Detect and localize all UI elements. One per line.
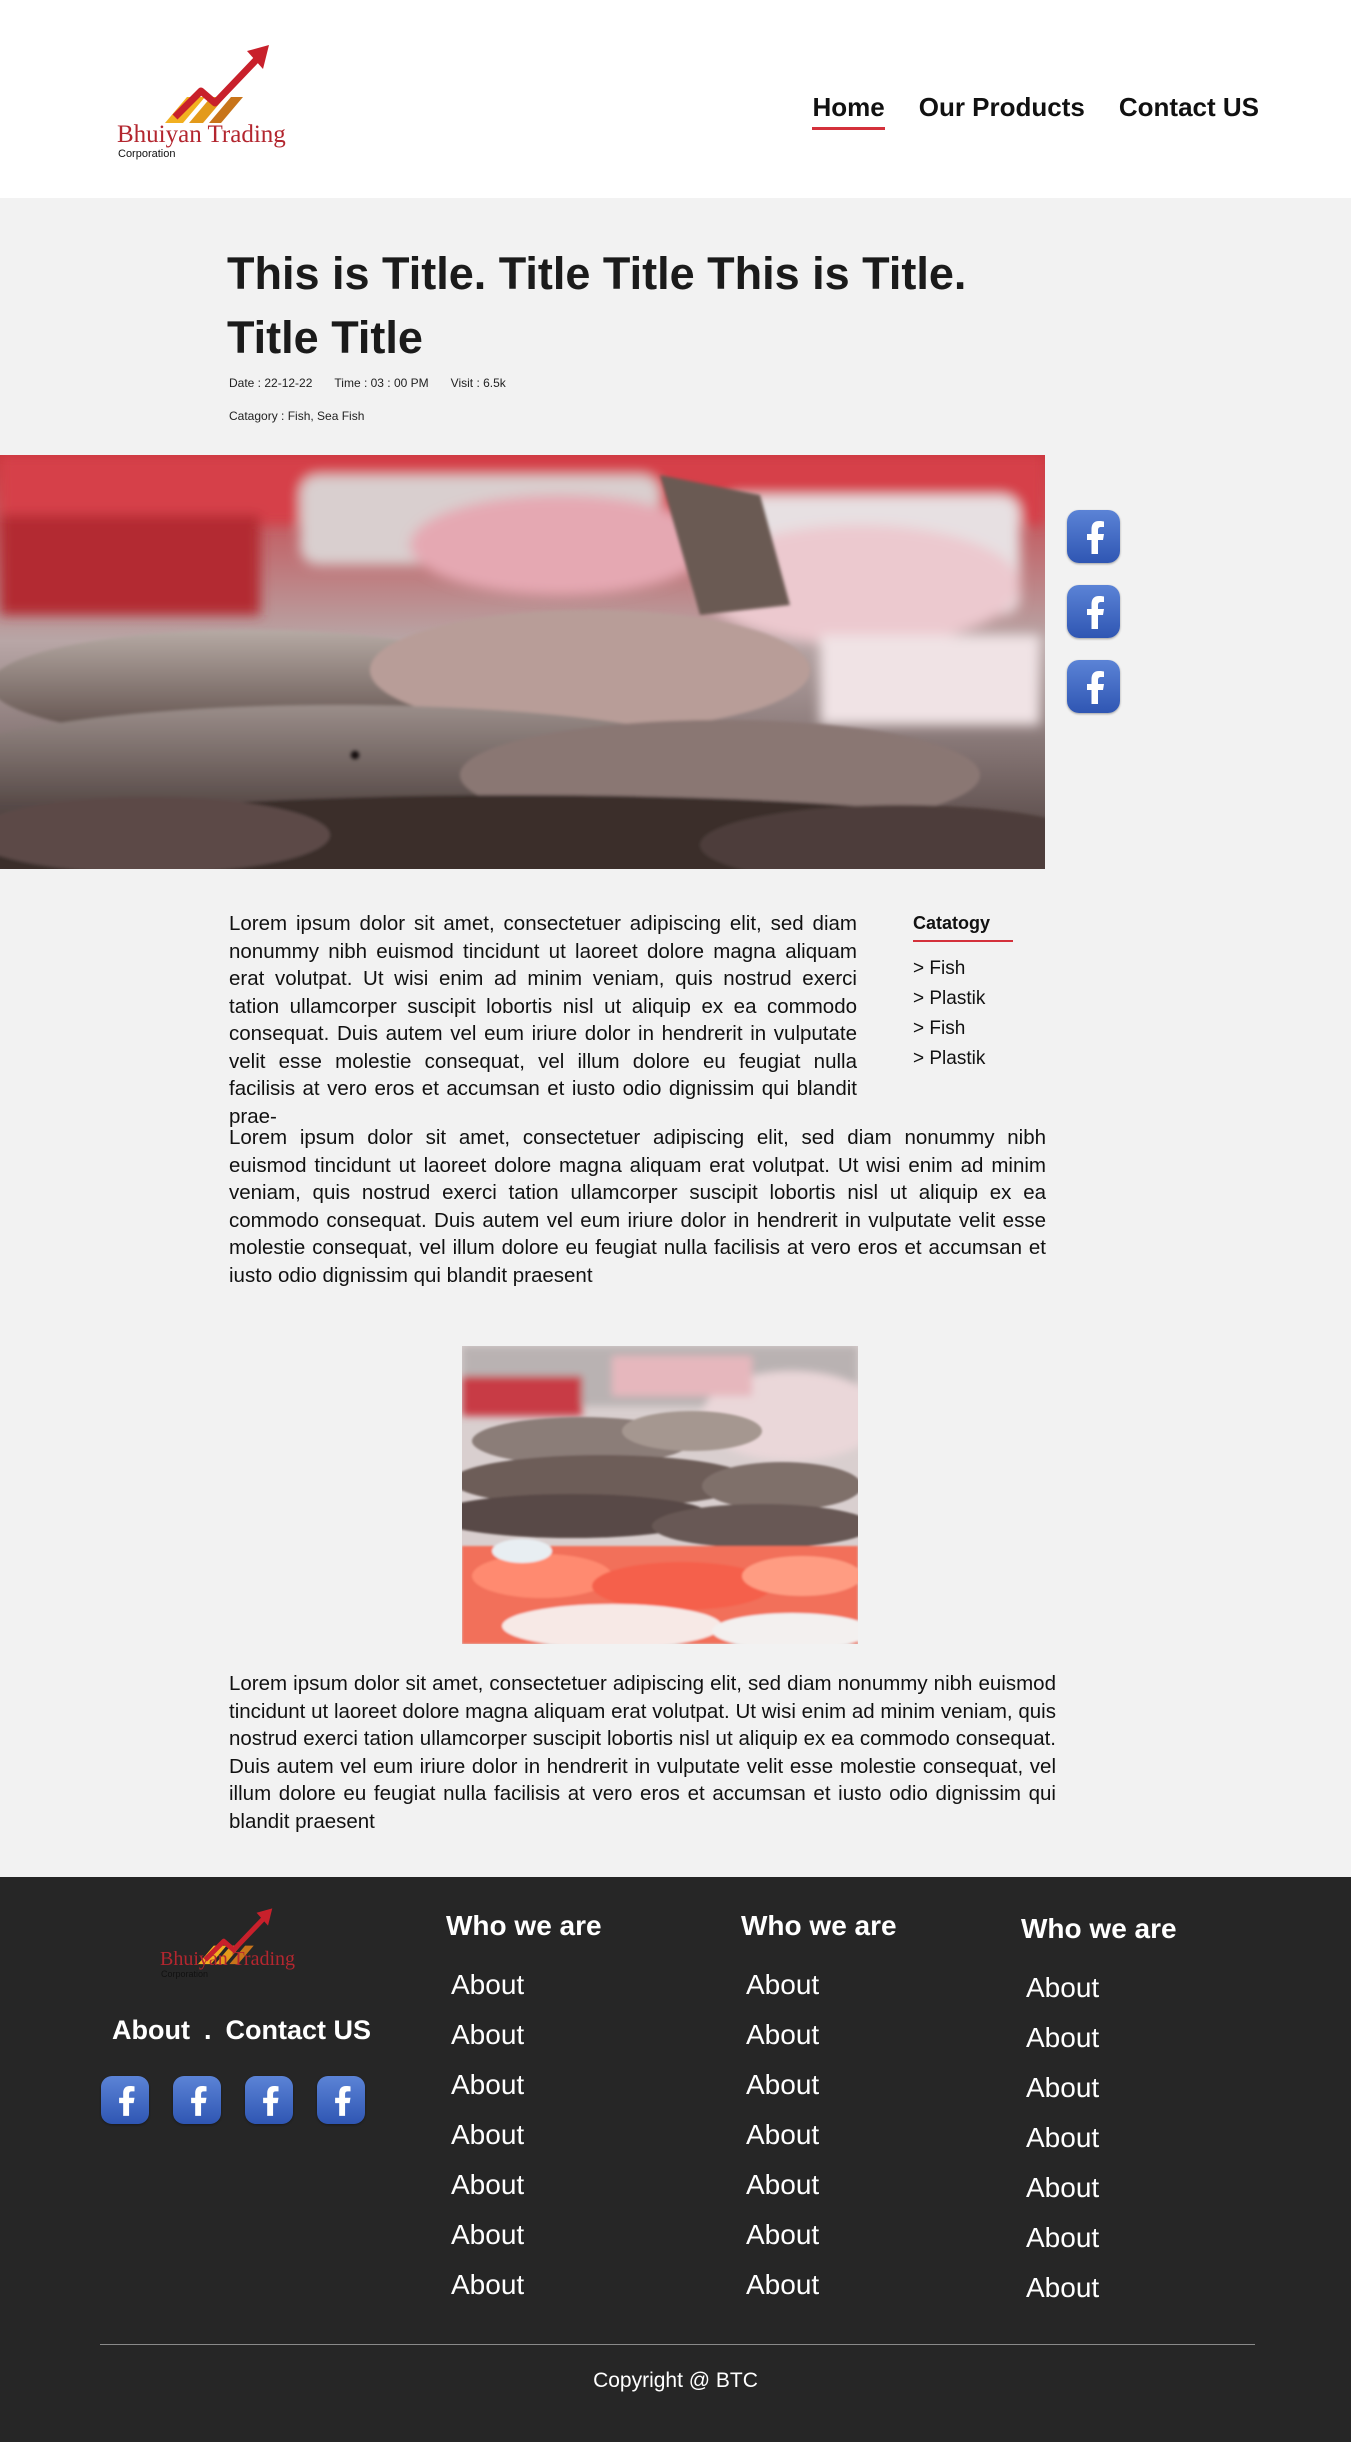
article-paragraph: Lorem ipsum dolor sit amet, consectetuer… [229, 1126, 1046, 1287]
facebook-icon[interactable] [317, 2076, 365, 2124]
footer-logo-subtitle: Corporation [161, 1969, 209, 1979]
footer-about-link[interactable]: About [1021, 2013, 1177, 2063]
footer-about-link[interactable]: About [446, 2110, 602, 2160]
footer-about-link[interactable]: About [1021, 2263, 1177, 2313]
logo-name: Bhuiyan Trading [117, 121, 286, 148]
footer-about-link[interactable]: About [446, 2210, 602, 2260]
footer-about-link[interactable]: About [446, 2010, 602, 2060]
footer-logo[interactable]: Bhuiyan Trading Corporation [158, 1907, 308, 1979]
sidebar-title: Catatogy [913, 913, 1013, 942]
footer-about-link[interactable]: About [1021, 2113, 1177, 2163]
facebook-icon[interactable] [173, 2076, 221, 2124]
footer-column: Who we are About About About About About… [446, 1910, 602, 2310]
facebook-icon[interactable] [101, 2076, 149, 2124]
article-paragraph: Lorem ipsum dolor sit amet, consectetuer… [229, 1672, 1056, 1833]
sidebar-item-plastik[interactable]: > Plastik [913, 984, 1013, 1014]
fish-market-image [462, 1346, 858, 1644]
article-visits: Visit : 6.5k [450, 376, 506, 390]
footer-column-title: Who we are [1021, 1913, 1177, 1944]
logo-graph-icon [165, 45, 269, 123]
article-category: Catagory : Fish, Sea Fish [229, 409, 365, 423]
footer-about-link[interactable]: About [741, 2160, 897, 2210]
category-sidebar: Catatogy > Fish > Plastik > Fish > Plast… [913, 913, 1013, 1074]
footer-about-link[interactable]: About [112, 2015, 190, 2046]
facebook-icon[interactable] [1067, 585, 1120, 638]
site-footer: Bhuiyan Trading Corporation About . Cont… [0, 1877, 1351, 2442]
main-nav: Home Our Products Contact US [812, 92, 1259, 130]
copyright-text: Copyright @ BTC [593, 2369, 758, 2392]
article-paragraph: Lorem ipsum dolor sit amet, consectetuer… [229, 912, 857, 1128]
footer-contact-link[interactable]: Contact US [225, 2015, 371, 2046]
logo-subtitle: Corporation [118, 148, 176, 160]
footer-logo-name: Bhuiyan Trading [160, 1948, 296, 1970]
footer-about-link[interactable]: About [741, 2110, 897, 2160]
footer-about-link[interactable]: About [741, 2260, 897, 2310]
facebook-icon[interactable] [245, 2076, 293, 2124]
sidebar-item-fish[interactable]: > Fish [913, 954, 1013, 984]
facebook-icon[interactable] [1067, 660, 1120, 713]
footer-column-title: Who we are [446, 1910, 602, 1941]
footer-about-link[interactable]: About [1021, 2163, 1177, 2213]
footer-column: Who we are About About About About About… [741, 1910, 897, 2310]
footer-column-title: Who we are [741, 1910, 897, 1941]
article-date: Date : 22-12-22 [229, 376, 313, 390]
footer-link-separator: . [203, 2015, 212, 2045]
footer-about-link[interactable]: About [446, 2260, 602, 2310]
footer-social-icons [101, 2076, 365, 2124]
footer-about-link[interactable]: About [741, 2060, 897, 2110]
site-header: Bhuiyan Trading Corporation Home Our Pro… [0, 0, 1351, 198]
nav-home[interactable]: Home [812, 92, 885, 130]
sidebar-item-plastik[interactable]: > Plastik [913, 1044, 1013, 1074]
footer-about-link[interactable]: About [446, 1960, 602, 2010]
brand-logo[interactable]: Bhuiyan Trading Corporation [115, 45, 305, 165]
article-time: Time : 03 : 00 PM [334, 376, 429, 390]
share-icons [1067, 510, 1120, 713]
article-meta: Date : 22-12-22 Time : 03 : 00 PM Visit … [229, 376, 506, 390]
sidebar-item-fish[interactable]: > Fish [913, 1014, 1013, 1044]
footer-about-link[interactable]: About [1021, 2213, 1177, 2263]
footer-divider [100, 2344, 1255, 2345]
nav-contact-us[interactable]: Contact US [1119, 92, 1259, 123]
article-title: This is Title. Title Title This is Title… [227, 248, 967, 363]
footer-about-link[interactable]: About [446, 2060, 602, 2110]
hero-fish-image [0, 455, 1045, 869]
footer-about-link[interactable]: About [741, 2210, 897, 2260]
footer-column: Who we are About About About About About… [1021, 1913, 1177, 2313]
nav-our-products[interactable]: Our Products [919, 92, 1085, 123]
footer-about-link[interactable]: About [446, 2160, 602, 2210]
facebook-icon[interactable] [1067, 510, 1120, 563]
footer-links: About . Contact US [112, 2015, 371, 2046]
footer-about-link[interactable]: About [1021, 1963, 1177, 2013]
footer-about-link[interactable]: About [741, 2010, 897, 2060]
footer-about-link[interactable]: About [1021, 2063, 1177, 2113]
footer-about-link[interactable]: About [741, 1960, 897, 2010]
